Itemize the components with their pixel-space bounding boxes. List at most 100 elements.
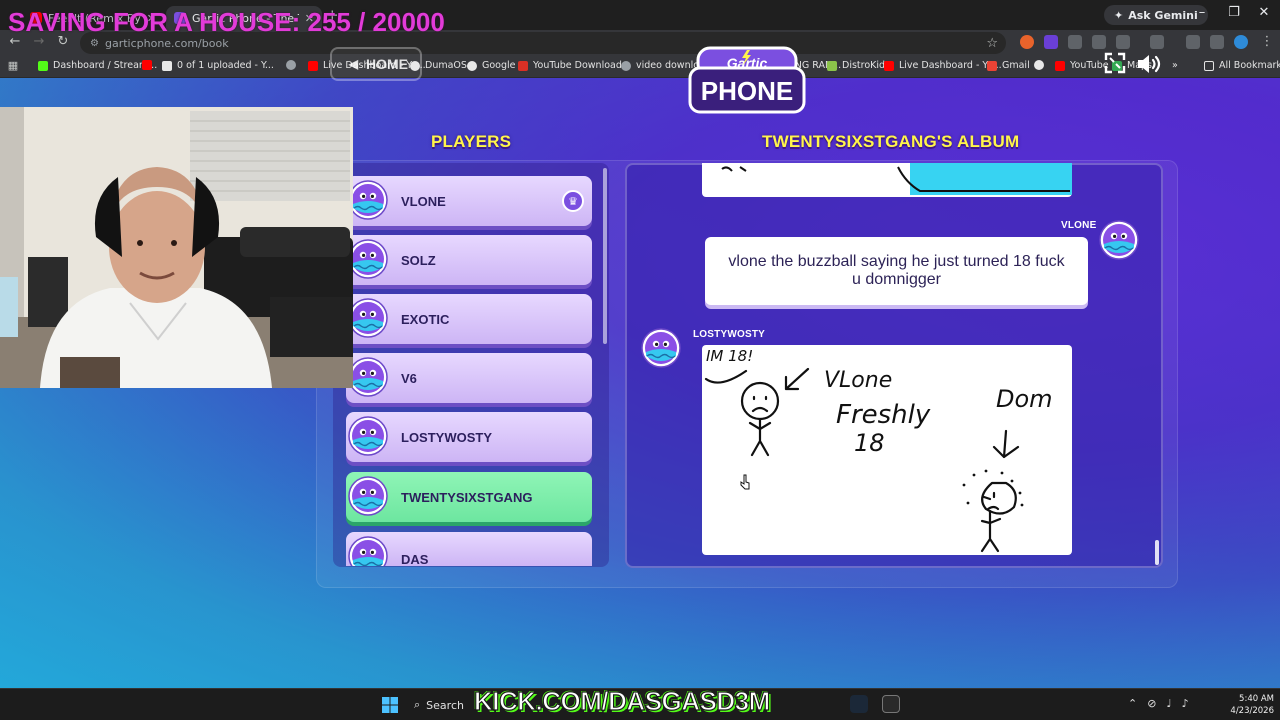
close-window-button[interactable]: ✕ <box>1254 5 1274 20</box>
gemini-icon: ✦ <box>1114 8 1124 22</box>
player-avatar <box>348 357 388 397</box>
player-avatar <box>348 536 388 566</box>
clock-date: 4/23/2026 <box>1230 706 1274 716</box>
media-icon[interactable] <box>1210 35 1224 49</box>
drawing-text-dom: Dom <box>996 385 1053 413</box>
sound-icon[interactable] <box>1136 52 1164 76</box>
microphone-icon[interactable]: ♩ <box>1166 697 1171 710</box>
extension-icon[interactable] <box>1044 35 1058 49</box>
author-avatar <box>641 328 681 368</box>
host-crown-icon: ♛ <box>562 190 584 212</box>
bookmark-item[interactable] <box>286 60 296 70</box>
player-avatar <box>348 298 388 338</box>
globe-icon <box>1034 60 1044 70</box>
bookmark-item[interactable]: Google <box>467 60 516 71</box>
kick-channel-overlay: KICK.COM/DASGASD3M <box>473 685 770 716</box>
globe-icon <box>621 60 631 71</box>
player-card-vlone[interactable]: VLONE ♛ <box>346 176 592 226</box>
drawing-text-vlone: VLone <box>824 368 892 393</box>
players-scrollbar[interactable] <box>603 168 607 344</box>
guess-text-bubble: vlone the buzzball saying he just turned… <box>705 237 1088 305</box>
search-icon: ⌕ <box>414 698 421 711</box>
previous-drawing <box>702 163 1072 197</box>
menu-icon[interactable]: ⋮ <box>1258 34 1276 49</box>
bookmark-item[interactable]: Dashboard / Stream... <box>38 60 157 71</box>
player-name: LOSTYWOSTY <box>401 429 492 445</box>
player-name: SOLZ <box>401 252 436 268</box>
bookmarks-bar: ▦ Dashboard / Stream... 0 of 1 uploaded … <box>0 56 1280 78</box>
entry-author: LOSTYWOSTY <box>693 329 765 340</box>
all-bookmarks-button[interactable]: All Bookmarks <box>1204 60 1280 71</box>
network-icon[interactable]: ⊘ <box>1147 697 1156 710</box>
windows-start-icon[interactable] <box>382 697 398 713</box>
youtube-icon <box>308 60 318 71</box>
logo-main-text: PHONE <box>701 76 793 106</box>
extension-icon[interactable] <box>1092 35 1106 49</box>
players-heading: PLAYERS <box>431 132 512 151</box>
bookmark-item[interactable]: Live Dashboard - Yo... <box>884 60 1002 71</box>
cast-icon[interactable] <box>1150 35 1164 49</box>
player-card-solz[interactable]: SOLZ <box>346 235 592 285</box>
more-bookmarks-chevron-icon[interactable]: » <box>1172 60 1178 71</box>
player-name: VLONE <box>401 193 446 209</box>
ask-gemini-label: Ask Gemini <box>1128 8 1198 22</box>
steam-icon[interactable] <box>850 695 868 713</box>
taskbar-clock[interactable]: 5:40 AM 4/23/2026 <box>1222 693 1274 717</box>
youtube-icon <box>142 60 152 70</box>
system-tray: ⌃ ⊘ ♩ ♪ <box>1128 697 1189 710</box>
globe-icon <box>286 60 296 70</box>
bookmark-item[interactable]: YouTube <box>1055 60 1109 71</box>
taskbar-search[interactable]: ⌕ Search <box>406 694 468 716</box>
fullscreen-icon[interactable] <box>1104 52 1126 74</box>
home-button[interactable]: ◀ HOME <box>330 47 422 81</box>
player-card-v6[interactable]: V6 <box>346 353 592 403</box>
bookmark-item[interactable] <box>1034 60 1044 70</box>
bookmark-item[interactable]: YouTube Download... <box>518 60 631 71</box>
mouse-cursor-icon <box>740 474 750 490</box>
home-label: HOME <box>366 56 408 72</box>
bookmark-icon <box>162 60 172 71</box>
epic-games-icon[interactable] <box>882 695 900 713</box>
player-card-das[interactable]: DAS <box>346 532 592 566</box>
drawing-sketch: IM 18! VLone Freshly 18 Dom <box>704 347 1053 553</box>
saving-goal-overlay: SAVING FOR A HOUSE: 255 / 20000 <box>8 7 445 37</box>
player-card-exotic[interactable]: EXOTIC <box>346 294 592 344</box>
bookmark-icon <box>38 60 48 71</box>
player-avatar <box>348 416 388 456</box>
player-card-twentysixstgang[interactable]: TWENTYSIXSTGANG <box>346 472 592 522</box>
bookmark-item[interactable]: 0 of 1 uploaded - Y... <box>162 60 274 71</box>
maximize-button[interactable]: ❐ <box>1224 5 1244 20</box>
player-avatar <box>348 239 388 279</box>
bookmark-item[interactable]: DistroKid <box>827 60 885 71</box>
site-info-icon[interactable]: ⚙ <box>90 38 99 49</box>
bookmark-star-icon[interactable]: ☆ <box>986 36 998 51</box>
volume-icon[interactable]: ♪ <box>1182 697 1189 710</box>
album-heading: TWENTYSIXSTGANG'S ALBUM <box>762 132 1020 151</box>
album-scrollbar[interactable] <box>1155 540 1159 565</box>
google-icon <box>467 60 477 71</box>
author-avatar <box>1099 220 1139 260</box>
arrow-left-icon: ◀ <box>348 57 358 71</box>
extension-icon[interactable] <box>1020 35 1034 49</box>
bookmark-item[interactable]: Gmail <box>987 60 1030 71</box>
youtube-icon <box>1055 60 1065 71</box>
gartic-phone-logo: Gartic PHONE <box>688 46 806 114</box>
apps-grid-icon[interactable]: ▦ <box>4 59 22 72</box>
youtube-icon <box>884 60 894 71</box>
bookmark-item[interactable] <box>142 60 152 70</box>
chevron-up-icon[interactable]: ⌃ <box>1128 697 1137 710</box>
clock-time: 5:40 AM <box>1239 694 1274 704</box>
folder-icon <box>1204 60 1214 71</box>
guess-text: vlone the buzzball saying he just turned… <box>728 253 1065 288</box>
extensions-puzzle-icon[interactable] <box>1116 35 1130 49</box>
minimize-button[interactable]: – <box>1192 5 1212 20</box>
url-text: garticphone.com/book <box>104 36 229 50</box>
search-label: Search <box>426 698 464 712</box>
player-name: DAS <box>401 552 429 566</box>
download-icon[interactable] <box>1186 35 1200 49</box>
webcam-feed <box>0 107 353 388</box>
player-name: V6 <box>401 370 417 386</box>
extension-icon[interactable] <box>1068 35 1082 49</box>
player-card-lostywosty[interactable]: LOSTYWOSTY <box>346 412 592 462</box>
profile-avatar[interactable] <box>1234 35 1248 49</box>
